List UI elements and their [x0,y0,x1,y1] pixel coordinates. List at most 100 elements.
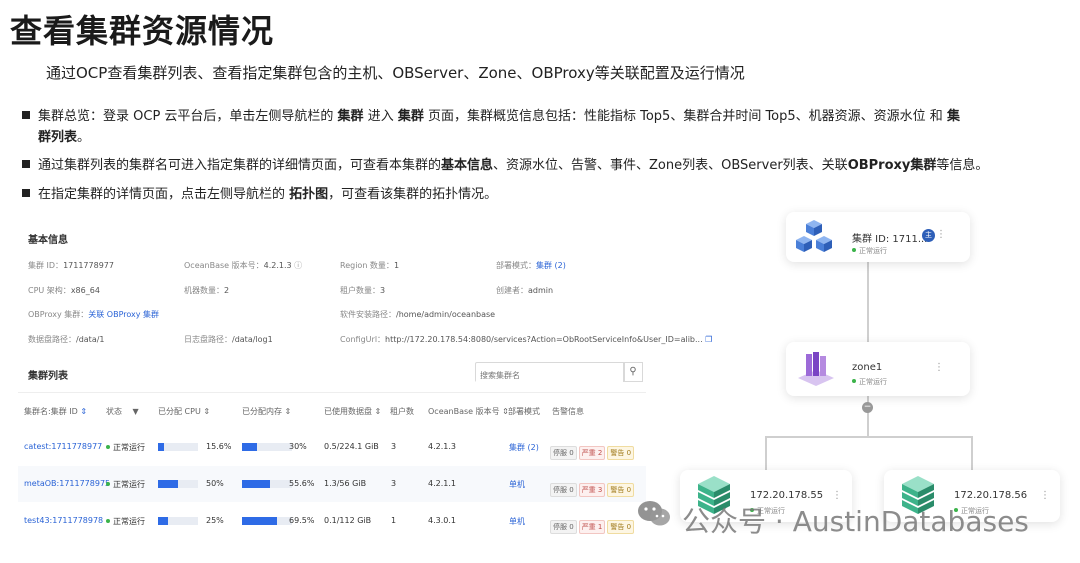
alert-tag-critical[interactable]: 严重 1 [578,520,606,534]
alert-tag-stopped[interactable]: 停服 0 [550,483,577,497]
header-disk[interactable]: 已使用数据盘 ⇕ [324,406,381,417]
collapse-icon[interactable]: − [862,402,873,413]
obproxy-field: OBProxy 集群：关联 OBProxy 集群 [28,309,159,320]
mem-percent: 69.5% [289,516,315,525]
basic-info-title: 基本信息 [28,235,68,246]
sort-icon[interactable]: ⇕ [285,407,292,416]
header-label: 已分配内存 [242,407,282,416]
alert-tag-critical[interactable]: 严重 3 [578,483,606,497]
cluster-id-field: 集群 ID：1711778977 [28,260,114,271]
alert-tags: 停服 0 严重 3 警告 0 [550,477,636,497]
tenant-count: 3 [391,479,397,488]
disk-usage: 1.3/56 GiB [324,479,367,488]
field-label: 集群 ID： [28,261,64,270]
alert-tag-critical[interactable]: 严重 2 [578,446,606,460]
cpu-progress-fill [158,517,168,525]
field-value: 2 [224,286,230,295]
header-cpu[interactable]: 已分配 CPU ⇕ [158,406,210,417]
header-tenants: 租户数 [390,407,414,416]
mem-progress-fill [242,480,270,488]
header-status[interactable]: 状态 ▼ [106,406,139,417]
field-value: admin [528,286,554,295]
deploy-link[interactable]: 集群 (2) [536,261,566,270]
data-path-field: 数据盘路径：/data/1 [28,334,105,345]
region-field: Region 数量：1 [340,260,399,271]
header-name[interactable]: 集群名:集群 ID ⇕ [24,406,87,417]
alert-tag-stopped[interactable]: 停服 0 [550,520,577,534]
alert-tag-warning[interactable]: 警告 0 [607,446,635,460]
topology-connector [765,436,973,438]
cluster-status: 正常运行 [106,442,145,453]
wechat-icon [636,498,672,530]
more-icon[interactable]: ⋮ [936,229,946,240]
field-value: 3 [380,286,386,295]
alert-tag-warning[interactable]: 警告 0 [607,483,635,497]
status-ok-icon [852,379,856,383]
deploy-mode-link[interactable]: 单机 [509,516,525,527]
bullet-text: 。 [77,130,91,145]
bullet-text: ，可查看该集群的拓扑情况。 [328,187,498,202]
mem-percent: 30% [289,442,307,451]
header-label: 集群名:集群 ID [24,407,78,416]
header-mem[interactable]: 已分配内存 ⇕ [242,406,291,417]
status-text: 正常运行 [113,517,145,526]
header-label: OceanBase 版本号 [428,407,500,416]
sort-icon[interactable]: ⇕ [375,407,382,416]
deploy-mode-link[interactable]: 集群 (2) [509,442,539,453]
status-ok-icon [106,519,110,523]
field-value: 1 [393,261,400,270]
alert-tag-warning[interactable]: 警告 0 [607,520,635,534]
obproxy-link[interactable]: 关联 OBProxy 集群 [88,310,159,319]
field-label: 软件安装路径： [340,310,396,319]
search-icon[interactable]: ⚲ [623,362,643,382]
cluster-name-link[interactable]: catest:1711778977 [24,442,102,451]
cluster-cubes-icon [796,220,832,252]
watermark-text: 公众号 · AustinDatabases [682,505,1029,538]
cpu-percent: 50% [206,479,224,488]
bullet-bold: 基本信息 [441,158,494,173]
more-icon[interactable]: ⋮ [934,362,944,373]
cluster-name-link[interactable]: metaOB:1711778975 [24,479,110,488]
field-label: ConfigUrl： [340,335,386,344]
field-label: 租户数量： [340,286,380,295]
creator-field: 创建者：admin [496,285,553,296]
mem-progress-fill [242,443,257,451]
header-alerts: 告警信息 [552,407,584,416]
field-label: 日志盘路径： [184,335,232,344]
bullet-3: 在指定集群的详情页面，点击左侧导航栏的 拓扑图，可查看该集群的拓扑情况。 [22,184,1052,205]
header-version[interactable]: OceanBase 版本号 ⇕ [428,406,509,417]
alert-tag-stopped[interactable]: 停服 0 [550,446,577,460]
cluster-status: 正常运行 [106,479,145,490]
mem-progress-bar [242,480,292,488]
sort-icon[interactable]: ⇕ [80,407,87,416]
help-icon[interactable]: ⓘ [294,261,302,270]
status-ok-icon [106,445,110,449]
header-mode: 部署模式 [508,407,540,416]
cluster-search-box[interactable] [475,362,625,384]
ob-version: 4.3.0.1 [428,516,456,525]
cpu-percent: 15.6% [206,442,232,451]
filter-icon[interactable]: ▼ [133,407,139,416]
deploy-mode-link[interactable]: 单机 [509,479,525,490]
cluster-status: 正常运行 [106,516,145,527]
zone-node[interactable]: zone1 正常运行 ⋮ [786,342,970,396]
bullet-text: 、资源水位、告警、事件、Zone列表、OBServer列表、关联 [493,158,848,173]
copy-icon[interactable]: ❐ [705,335,712,344]
mem-progress-fill [242,517,277,525]
cluster-name-link[interactable]: test43:1711778978 [24,516,103,525]
disk-usage: 0.5/224.1 GiB [324,442,379,451]
deploy-field: 部署模式：集群 (2) [496,260,566,271]
bullet-text: 等信息。 [936,158,989,173]
status-text: 正常运行 [113,480,145,489]
mem-progress-bar [242,443,292,451]
mem-progress-bar [242,517,292,525]
cluster-search-input[interactable] [476,367,624,384]
sort-icon[interactable]: ⇕ [203,407,210,416]
field-value: /data/log1 [232,335,273,344]
header-label: 状态 [106,407,122,416]
field-value: x86_64 [70,286,100,295]
more-icon[interactable]: ⋮ [1040,490,1050,501]
mem-percent: 55.6% [289,479,315,488]
cluster-node[interactable]: 集群 ID: 1711... 主 正常运行 ⋮ [786,212,970,262]
status-ok-icon [106,482,110,486]
